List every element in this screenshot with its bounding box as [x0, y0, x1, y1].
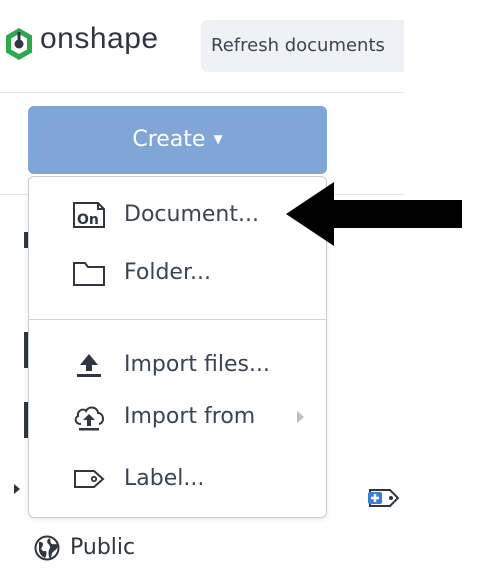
onshape-document-icon: On	[73, 202, 105, 228]
tag-icon	[74, 470, 105, 488]
menu-item-import-files[interactable]: Import files...	[29, 339, 326, 391]
menu-item-label: Import files...	[124, 352, 270, 377]
menu-item-folder[interactable]: Folder...	[29, 247, 326, 299]
annotation-arrow-icon	[286, 182, 462, 246]
folder-icon	[73, 262, 105, 286]
menu-item-label: Label...	[124, 466, 205, 491]
create-button-label: Create	[132, 127, 206, 152]
create-dropdown-menu: On Document... Folder... Import files...…	[28, 176, 327, 518]
menu-item-label: Import from	[124, 404, 256, 429]
create-button[interactable]: Create ▼	[28, 106, 327, 174]
menu-item-label: Document...	[124, 202, 259, 227]
caret-down-icon: ▼	[213, 132, 223, 146]
svg-text:On: On	[77, 212, 99, 228]
upload-icon	[77, 354, 101, 377]
add-label-icon[interactable]	[366, 486, 402, 510]
refresh-documents-button[interactable]: Refresh documents	[201, 20, 404, 72]
menu-item-document[interactable]: On Document...	[29, 189, 326, 241]
menu-item-import-from[interactable]: Import from	[29, 391, 326, 443]
menu-divider	[29, 319, 326, 320]
expand-chevron-icon[interactable]	[14, 484, 20, 494]
submenu-arrow-icon	[297, 411, 304, 423]
globe-icon	[34, 535, 60, 561]
sidebar-item-label: Public	[70, 535, 136, 560]
app-logo-text: onshape	[40, 22, 159, 55]
top-bar: onshape Refresh documents	[0, 0, 404, 93]
cloud-upload-icon	[74, 406, 104, 431]
onshape-logo-icon	[6, 28, 32, 60]
menu-item-label-tag[interactable]: Label...	[29, 453, 326, 505]
menu-item-label: Folder...	[124, 260, 211, 285]
